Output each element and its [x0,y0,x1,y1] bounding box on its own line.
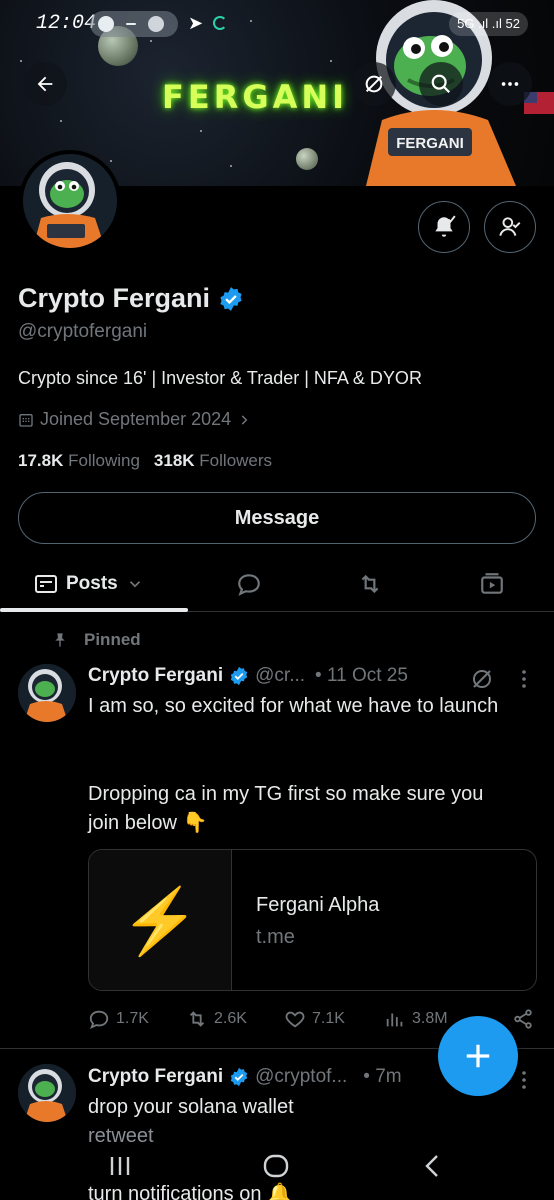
avatar-image [18,664,76,722]
search-icon [431,74,451,94]
joined-date: Joined September 2024 [40,409,232,429]
post-author-name[interactable]: Crypto Fergani [88,1066,223,1088]
tab-media[interactable] [478,556,506,612]
message-button[interactable]: Message [18,492,536,544]
status-app-icons [90,11,178,37]
following-button[interactable] [484,201,536,253]
posts-icon [35,575,57,593]
following-link[interactable]: 17.8K Following [18,451,140,471]
tab-reposts[interactable] [356,556,384,612]
chevron-down-icon [129,581,140,588]
tab-active-indicator [0,608,188,612]
post-author-handle[interactable]: @cr... [255,665,305,687]
like-button[interactable]: 7.1K [284,1008,345,1030]
more-horizontal-icon [501,82,519,86]
reply-bubble-icon [238,574,260,596]
profile-name-row: Crypto Fergani [18,283,244,314]
status-bar: 12:04 ➤ 5G .ıl .ıl 52 [0,0,554,48]
plus-icon [466,1044,490,1068]
pin-icon [55,633,65,647]
share-icon [514,1009,532,1029]
status-signal-battery: 5G .ıl .ıl 52 [449,12,528,36]
repost-icon [361,574,379,594]
more-vertical-icon[interactable] [516,667,532,691]
compose-post-button[interactable] [438,1016,518,1096]
user-check-icon [499,217,521,236]
calendar-icon [19,413,33,427]
chevron-right-icon [241,414,248,425]
reply-button[interactable]: 1.7K [88,1008,149,1030]
loading-icon [213,16,227,30]
bell-check-icon [435,215,456,237]
verified-badge-icon[interactable] [218,286,244,312]
banner-title: FERGANI [162,78,349,116]
post-header: Crypto Fergani @cryptof... • 7m [88,1066,402,1088]
more-vertical-icon[interactable] [516,1068,532,1092]
link-card-domain: t.me [256,926,295,948]
verified-badge-icon [230,666,248,686]
post-date: • 7m [363,1066,402,1087]
lightning-icon: ⚡ [89,850,232,990]
verified-badge-icon [230,1067,248,1087]
planet-decoration [296,148,318,170]
svg-text:FERGANI: FERGANI [396,135,464,152]
back-button[interactable] [23,62,67,106]
status-time: 12:04 [36,12,97,35]
telegram-icon: ➤ [188,13,204,33]
link-card[interactable]: ⚡ Fergani Alpha t.me [88,849,537,991]
post-header: Crypto Fergani @cr... • 11 Oct 25 [88,665,408,687]
post-text: I am so, so excited for what we have to … [88,695,499,717]
views-chart-icon [386,1013,403,1027]
system-back-button[interactable] [412,1146,452,1186]
profile-tabs: Posts [0,556,554,612]
reply-icon [89,1010,109,1030]
grok-icon[interactable] [470,667,494,691]
share-button[interactable] [512,1008,534,1030]
tab-replies[interactable] [236,556,262,612]
link-card-title: Fergani Alpha [256,894,380,916]
post-avatar[interactable] [18,664,76,722]
search-button[interactable] [419,62,463,106]
pinned-label: Pinned [52,630,141,650]
more-options-button[interactable] [488,62,532,106]
profile-avatar[interactable] [19,150,121,252]
grok-button[interactable] [352,62,396,106]
chevron-left-icon [425,1155,438,1177]
heart-icon [285,1011,305,1028]
post-author-name[interactable]: Crypto Fergani [88,665,223,687]
post-author-handle[interactable]: @cryptof... [255,1066,347,1088]
system-navigation-bar [0,1146,554,1186]
home-icon [263,1154,289,1178]
profile-name: Crypto Fergani [18,283,211,313]
avatar-image [18,1064,76,1122]
post-text: drop your solana wallet [88,1096,294,1118]
arrow-left-icon [37,76,53,92]
tab-posts-label: Posts [66,573,118,594]
views-button[interactable]: 3.8M [384,1008,448,1030]
recent-apps-icon [110,1157,130,1175]
post-date: • 11 Oct 25 [315,665,408,686]
followers-link[interactable]: 318K Followers [154,451,272,471]
media-icon [481,573,503,594]
joined-date-row[interactable]: Joined September 2024 [18,409,251,430]
profile-bio: Crypto since 16' | Investor & Trader | N… [18,368,422,388]
post-avatar[interactable] [18,1064,76,1122]
tab-posts[interactable]: Posts [34,556,144,612]
recent-apps-button[interactable] [100,1146,140,1186]
grok-icon [365,75,383,93]
avatar-image [23,154,117,248]
repost-button[interactable]: 2.6K [186,1008,247,1030]
post-text: Dropping ca in my TG first so make sure … [88,783,484,834]
notifications-button[interactable] [418,201,470,253]
home-button[interactable] [256,1146,296,1186]
follow-counts: 17.8K Following 318K Followers [18,451,272,471]
repost-icon [189,1011,205,1027]
profile-handle: @cryptofergani [18,321,148,342]
